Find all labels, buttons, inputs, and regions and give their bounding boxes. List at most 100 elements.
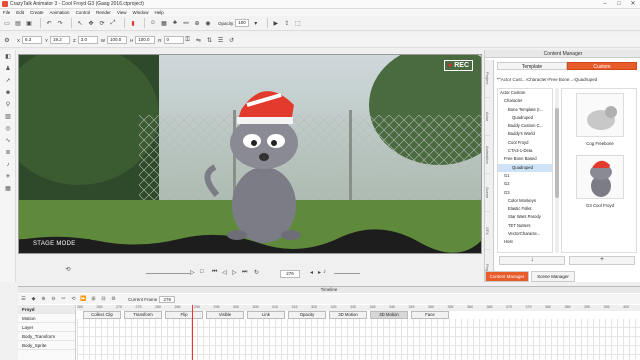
timeline-row[interactable]: [77, 337, 640, 346]
step-back-icon[interactable]: ◂: [310, 269, 313, 276]
breadcrumb-item[interactable]: Quadruped: [575, 77, 598, 82]
breadcrumb-item[interactable]: Actor Cust...: [501, 77, 526, 82]
volume-slider[interactable]: [334, 273, 360, 274]
track-header[interactable]: Link: [247, 311, 285, 319]
move-icon[interactable]: ✥: [87, 19, 95, 27]
path-tool-icon[interactable]: ∿: [3, 136, 13, 145]
tree-item[interactable]: Buddy Custom C...: [498, 122, 552, 130]
track-header[interactable]: Face: [411, 311, 449, 319]
track-header[interactable]: Visible: [206, 311, 244, 319]
current-frame-input[interactable]: 276: [159, 295, 176, 303]
undo-icon[interactable]: ↶: [45, 19, 53, 27]
timeline-row[interactable]: [77, 319, 640, 328]
track-header[interactable]: Flip: [165, 311, 203, 319]
loop-toggle-icon[interactable]: ↻: [254, 269, 259, 276]
render-icon[interactable]: ▶: [272, 19, 280, 27]
stage-mode-badge[interactable]: STAGE MODE: [19, 239, 90, 249]
track-name[interactable]: Body_Transform: [18, 332, 75, 341]
visible-eye-icon[interactable]: ◉: [204, 19, 212, 27]
loop-icon[interactable]: ⟲: [58, 266, 78, 274]
puppet-icon[interactable]: ☺: [149, 19, 157, 27]
track-name[interactable]: Layer: [18, 323, 75, 332]
speed-icon[interactable]: ⏩: [80, 296, 87, 303]
tree-item[interactable]: G1: [498, 172, 552, 180]
minimize-icon[interactable]: –: [598, 0, 612, 9]
flip-horizontal-icon[interactable]: ⇋: [195, 36, 203, 44]
y-field[interactable]: 19.2: [50, 36, 71, 44]
x-field[interactable]: 6.3: [22, 36, 43, 44]
menu-item-animation[interactable]: Animation: [50, 10, 70, 15]
transform-settings-icon[interactable]: ⚙: [3, 36, 11, 44]
track-header[interactable]: Transform: [124, 311, 162, 319]
light-tool-icon[interactable]: ☀: [3, 172, 13, 181]
track-list-icon[interactable]: ☰: [20, 296, 27, 303]
layer-tool-icon[interactable]: ≣: [3, 148, 13, 157]
track-header[interactable]: Opacity: [288, 311, 326, 319]
step-forward-icon[interactable]: ▸: [318, 269, 321, 276]
track-name[interactable]: Body_Sprite: [18, 341, 75, 350]
tree-item[interactable]: VectorCharacte...: [498, 230, 552, 238]
select-icon[interactable]: ↖: [76, 19, 84, 27]
tab-template[interactable]: Template: [497, 62, 567, 70]
thumbnail-image[interactable]: [576, 155, 624, 199]
stop-icon[interactable]: □: [200, 269, 204, 275]
stage-tool-icon[interactable]: ◧: [3, 52, 13, 61]
play-icon[interactable]: ▷: [190, 269, 195, 276]
track-header[interactable]: Collect Clip: [83, 311, 121, 319]
menu-item-render[interactable]: Render: [96, 10, 111, 15]
side-tab-animation[interactable]: Animation: [485, 136, 490, 174]
breadcrumb-item[interactable]: Free Bone...: [548, 77, 573, 82]
tree-item[interactable]: G2: [498, 180, 552, 188]
timeline-row[interactable]: [77, 328, 640, 337]
zoom-out-icon[interactable]: ⊟: [100, 296, 107, 303]
opacity-input[interactable]: 100: [235, 19, 249, 27]
scale-icon[interactable]: ⤢: [109, 19, 117, 27]
face-tool-icon[interactable]: ☻: [3, 88, 13, 97]
loop-clip-icon[interactable]: ⟲: [70, 296, 77, 303]
open-folder-icon[interactable]: ▤: [14, 19, 22, 27]
timeline-grid[interactable]: [77, 319, 640, 360]
tree-item[interactable]: Star Wars Parody: [498, 213, 552, 221]
add-key-icon[interactable]: ⊕: [40, 296, 47, 303]
time-slider[interactable]: [146, 273, 190, 274]
maximize-icon[interactable]: □: [612, 0, 626, 9]
audio-tool-icon[interactable]: ♪: [3, 160, 13, 169]
export-icon[interactable]: ⇪: [283, 19, 291, 27]
tree-item[interactable]: Cool Froyd: [498, 139, 552, 147]
tree-item[interactable]: Free Bone Based: [498, 155, 552, 163]
record-icon[interactable]: ▮: [129, 19, 137, 27]
first-frame-icon[interactable]: ⏮: [212, 269, 217, 276]
side-tab-sfx[interactable]: SFX: [485, 212, 490, 250]
tree-item[interactable]: Quadruped: [498, 163, 552, 172]
tree-item[interactable]: Actor Custom: [498, 89, 552, 97]
reset-icon[interactable]: ↺: [228, 36, 236, 44]
tree-item[interactable]: Buddy's World: [498, 130, 552, 138]
tree-item[interactable]: CTA3-1-Deta: [498, 147, 552, 155]
tree-item[interactable]: TET Nutters: [498, 222, 552, 230]
frame-input[interactable]: 276: [280, 270, 300, 278]
playhead[interactable]: [192, 305, 193, 360]
redo-icon[interactable]: ↷: [56, 19, 64, 27]
save-icon[interactable]: ▣: [25, 19, 33, 27]
flip-vertical-icon[interactable]: ⇅: [206, 36, 214, 44]
split-icon[interactable]: ✂: [60, 296, 67, 303]
timeline-settings-icon[interactable]: ⚙: [110, 296, 117, 303]
camera-tool-icon[interactable]: ◎: [3, 124, 13, 133]
side-tab-prop[interactable]: Prop: [485, 250, 490, 288]
next-frame-icon[interactable]: ▷: [232, 269, 237, 276]
rotate-icon[interactable]: ⟳: [98, 19, 106, 27]
breadcrumb-item[interactable]: Character: [527, 77, 547, 82]
bottom-tab-scene-manager[interactable]: Scene Manager: [531, 271, 575, 282]
pin-icon[interactable]: ⊕: [193, 19, 201, 27]
side-tab-actor[interactable]: Actor: [485, 98, 490, 136]
motion-tool-icon[interactable]: ➚: [3, 76, 13, 85]
link-icon[interactable]: ⚯: [182, 19, 190, 27]
menu-item-help[interactable]: Help: [155, 10, 164, 15]
download-icon[interactable]: ↓: [499, 256, 565, 265]
key-icon[interactable]: ◆: [30, 296, 37, 303]
thumbnail-image[interactable]: [576, 93, 624, 137]
side-tab-scene[interactable]: Scene: [485, 174, 490, 212]
z-field[interactable]: 3.0: [77, 36, 98, 44]
last-frame-icon[interactable]: ⏭: [242, 269, 247, 276]
composer-icon[interactable]: ♣: [171, 19, 179, 27]
